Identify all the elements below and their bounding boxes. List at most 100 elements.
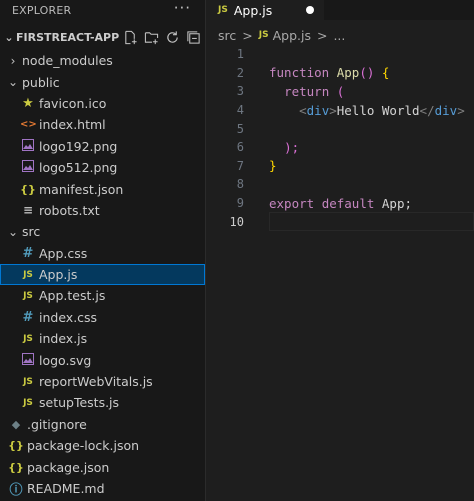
file-row[interactable]: JS setupTests.js xyxy=(0,392,205,413)
explorer-sidebar: EXPLORER ··· ⌄ FIRSTREACT-APP › node_modu… xyxy=(0,0,206,501)
code-line[interactable]: 3 return ( xyxy=(206,82,474,101)
code-token: export xyxy=(269,195,315,211)
js-file-icon: JS xyxy=(258,30,269,40)
project-title: FIRSTREACT-APP xyxy=(16,31,120,44)
code-line[interactable]: 9 export default App; xyxy=(206,194,474,213)
tree-item-label: public xyxy=(22,74,60,90)
code-token: App xyxy=(336,65,360,81)
explorer-title: EXPLORER xyxy=(12,3,72,17)
file-tree: › node_modules ⌄ public ★ favicon.ico <> index.… xyxy=(0,50,205,499)
code-token: > xyxy=(457,102,465,118)
tree-item-label: index.css xyxy=(39,309,98,325)
file-row[interactable]: logo512.png xyxy=(0,157,205,178)
html-icon: <> xyxy=(20,119,37,131)
file-row[interactable]: ≡ robots.txt xyxy=(0,200,205,221)
js-icon: JS xyxy=(23,333,33,344)
tree-item-label: package.json xyxy=(27,459,110,475)
tree-item-label: .gitignore xyxy=(27,416,87,432)
folder-row[interactable]: ⌄ src xyxy=(0,221,205,242)
js-file-icon: JS xyxy=(218,5,228,15)
code-line[interactable]: 4 < div > Hello World </div > xyxy=(206,101,474,120)
chevron-down-icon: ⌄ xyxy=(7,75,19,90)
file-row[interactable]: JS App.js xyxy=(0,263,205,286)
line-number: 10 xyxy=(229,214,244,229)
tab-bar: JS App.js xyxy=(206,0,474,20)
file-row[interactable]: JS index.js xyxy=(0,328,205,349)
code-token: </ xyxy=(419,102,435,118)
folder-row[interactable]: › node_modules xyxy=(0,50,205,71)
image-icon xyxy=(20,160,36,175)
tree-item-label: App.test.js xyxy=(39,288,106,304)
code-line[interactable]: 1 xyxy=(206,45,474,64)
tree-item-label: logo192.png xyxy=(39,138,118,154)
code-line[interactable]: 8 xyxy=(206,175,474,194)
json-icon: {} xyxy=(8,439,24,453)
code-token: default xyxy=(321,195,375,211)
file-row[interactable]: # index.css xyxy=(0,307,205,328)
star-icon: ★ xyxy=(22,95,34,111)
tree-item-label: src xyxy=(22,224,41,240)
new-file-icon[interactable] xyxy=(122,29,138,45)
file-row[interactable]: ★ favicon.ico xyxy=(0,93,205,114)
folder-row[interactable]: ⌄ public xyxy=(0,71,205,92)
line-number: 8 xyxy=(236,177,244,192)
tree-item-label: setupTests.js xyxy=(39,395,120,411)
tree-item-label: index.html xyxy=(39,117,106,133)
file-row[interactable]: {} package.json xyxy=(0,456,205,477)
line-number: 6 xyxy=(236,140,244,155)
code-line[interactable]: 7} xyxy=(206,157,474,176)
tree-item-label: App.css xyxy=(39,245,88,261)
test-js-icon: JS xyxy=(23,290,33,301)
breadcrumb-folder[interactable]: src xyxy=(218,28,236,43)
tree-item-label: node_modules xyxy=(22,53,113,69)
breadcrumb: src > JS App.js > ... xyxy=(206,24,345,46)
code-token: Hello World xyxy=(336,102,420,118)
tree-item-label: index.js xyxy=(39,331,88,347)
code-editor[interactable]: 1 2 function App() { 3 return ( 4 < div > He… xyxy=(206,45,474,231)
json-icon: {} xyxy=(20,182,36,196)
refresh-icon[interactable] xyxy=(164,29,180,45)
collapse-all-icon[interactable] xyxy=(185,29,201,45)
tree-item-label: README.md xyxy=(27,481,105,496)
current-line-highlight xyxy=(269,212,474,231)
tree-item-label: reportWebVitals.js xyxy=(39,374,153,390)
project-folder-row[interactable]: ⌄ FIRSTREACT-APP xyxy=(0,25,205,50)
code-line[interactable]: 6 ); xyxy=(206,138,474,157)
file-row[interactable]: logo.svg xyxy=(0,349,205,370)
css-icon: # xyxy=(22,245,34,261)
file-row[interactable]: <> index.html xyxy=(0,114,205,135)
image-icon xyxy=(20,352,36,368)
file-row[interactable]: {} manifest.json xyxy=(0,178,205,199)
more-actions-icon[interactable]: ··· xyxy=(174,0,191,17)
line-number: 4 xyxy=(236,103,244,118)
code-line[interactable]: 5 xyxy=(206,119,474,138)
breadcrumb-file[interactable]: App.js xyxy=(273,28,311,43)
file-row[interactable]: JS App.test.js xyxy=(0,285,205,306)
js-icon: JS xyxy=(23,376,33,387)
file-row[interactable]: {} package-lock.json xyxy=(0,435,205,456)
file-row[interactable]: ⓘ README.md xyxy=(0,478,205,499)
tab-app-js[interactable]: JS App.js xyxy=(206,0,324,20)
code-token: ); xyxy=(284,139,300,155)
git-icon: ◆ xyxy=(11,417,21,431)
code-line[interactable]: 2 function App() { xyxy=(206,64,474,83)
code-token: div xyxy=(306,102,330,118)
code-token: } xyxy=(269,158,277,174)
tab-label: App.js xyxy=(233,2,273,18)
file-row[interactable]: ◆ .gitignore xyxy=(0,414,205,435)
chevron-right-icon: › xyxy=(10,53,16,68)
file-row[interactable]: # App.css xyxy=(0,243,205,264)
code-token: < xyxy=(299,102,307,118)
breadcrumb-more[interactable]: ... xyxy=(333,28,345,43)
new-folder-icon[interactable] xyxy=(143,29,159,45)
text-icon: ≡ xyxy=(22,203,34,218)
line-number: 9 xyxy=(236,196,244,211)
file-row[interactable]: logo192.png xyxy=(0,136,205,157)
code-line-current[interactable]: 10 xyxy=(206,212,474,231)
file-row[interactable]: JS reportWebVitals.js xyxy=(0,371,205,392)
line-number: 3 xyxy=(236,84,244,99)
code-token: { xyxy=(381,65,390,81)
tree-item-label: logo.svg xyxy=(39,352,92,368)
json-icon: {} xyxy=(8,460,24,474)
unsaved-dot-icon[interactable] xyxy=(306,6,314,14)
